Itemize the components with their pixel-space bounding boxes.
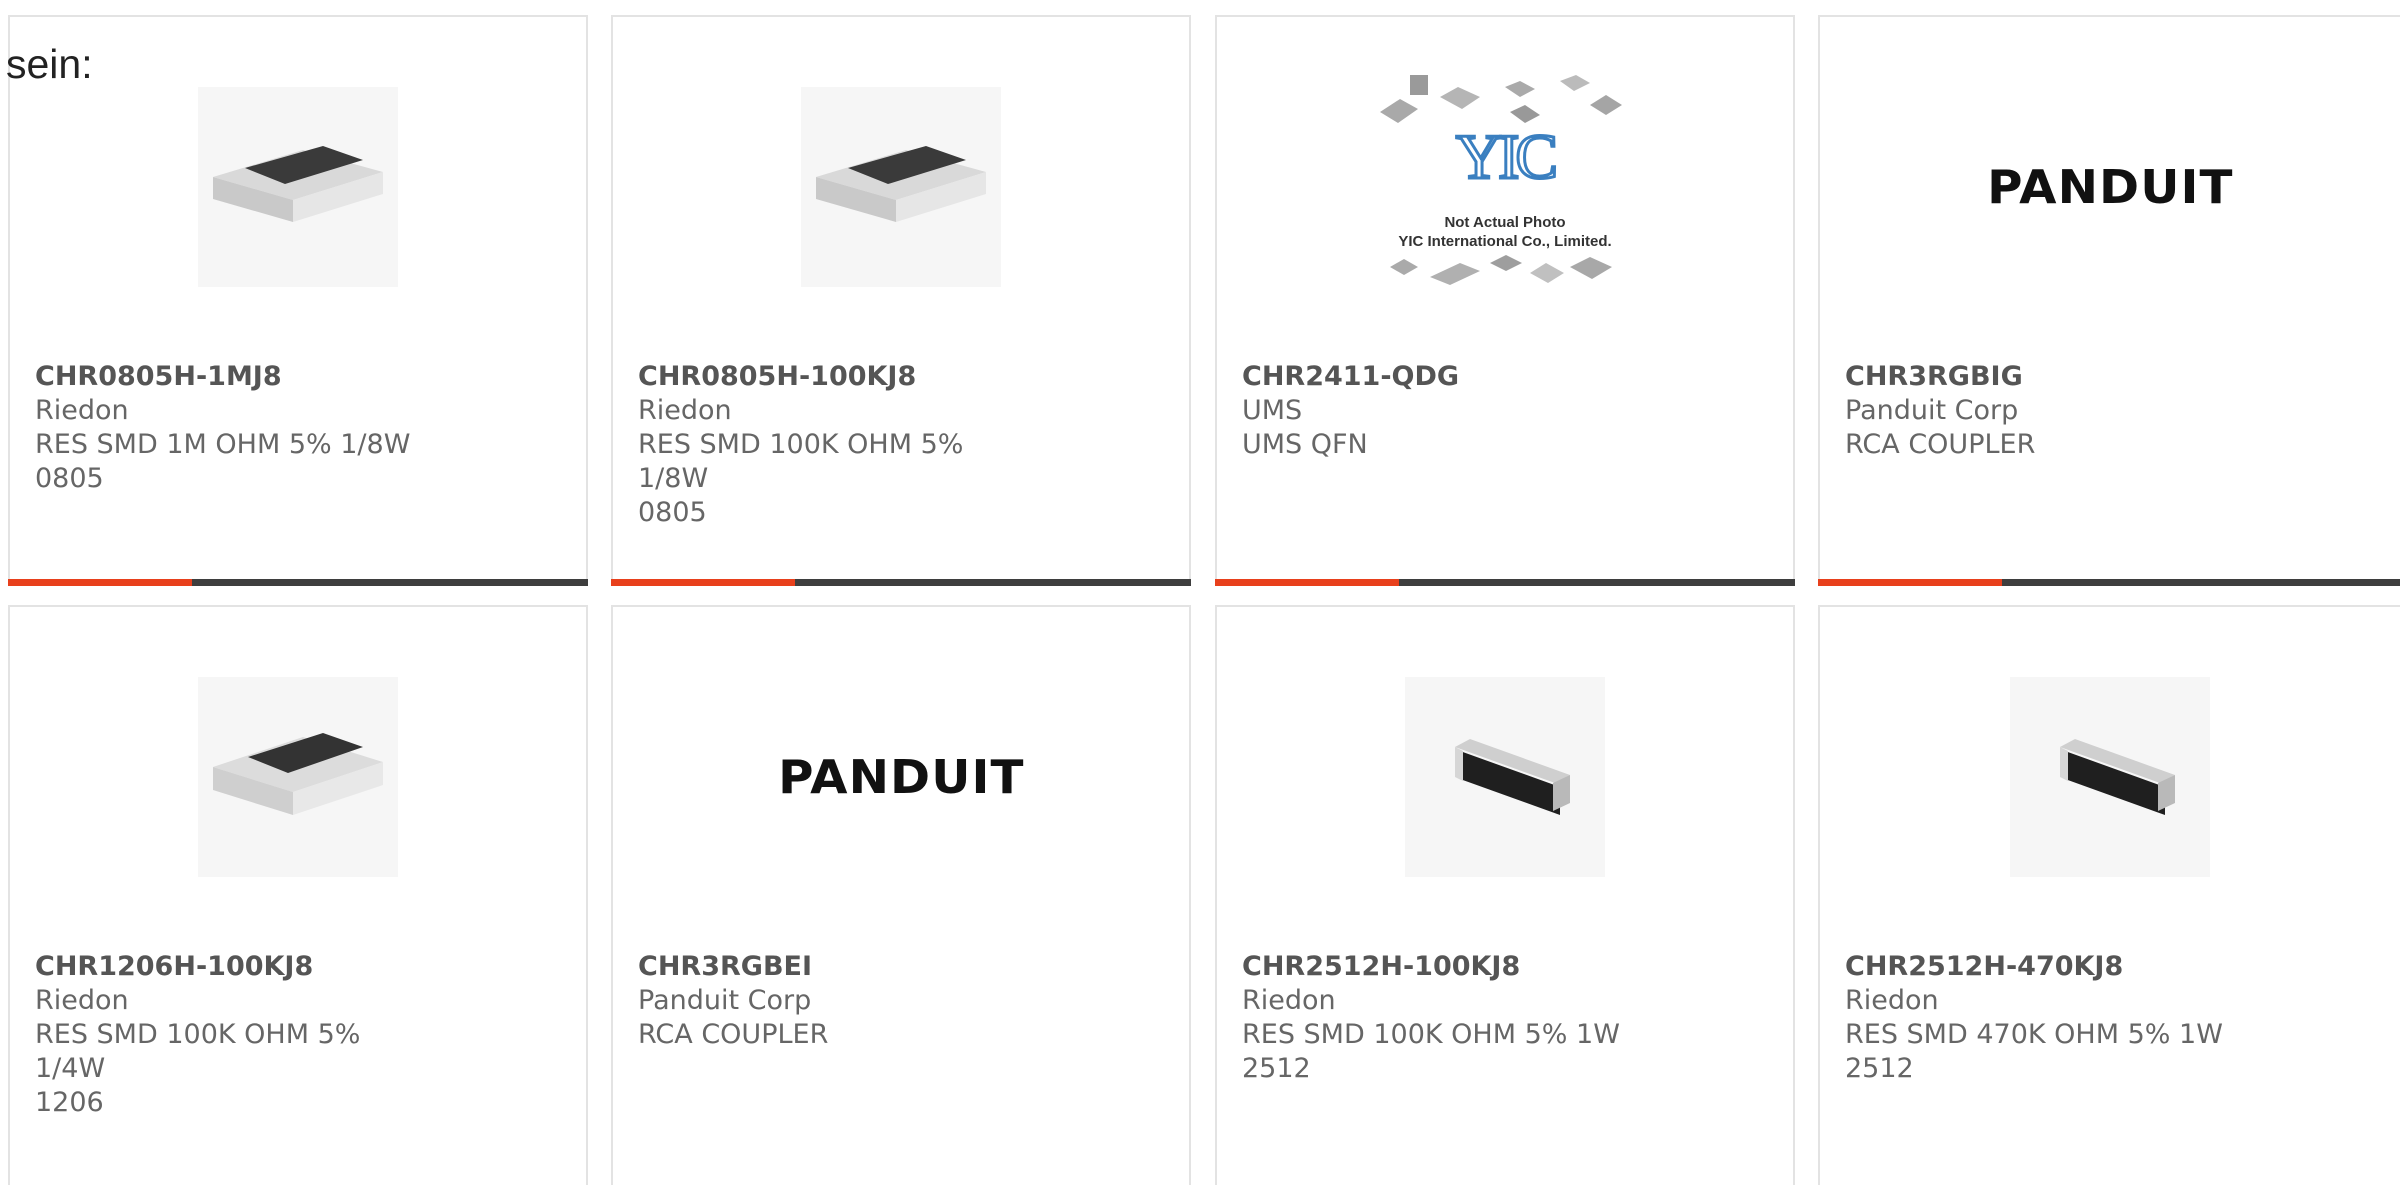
product-card[interactable]: PANDUIT CHR3RGBIG Panduit Corp RCA COUPL… <box>1818 15 2400 586</box>
package: 0805 <box>638 497 707 528</box>
card-accent-bar <box>611 579 795 586</box>
part-number[interactable]: CHR0805H-1MJ8 <box>35 360 566 394</box>
page-prefix-text: sein: <box>6 41 93 87</box>
manufacturer: Riedon <box>35 395 129 426</box>
product-grid: CHR0805H-1MJ8 Riedon RES SMD 1M OHM 5% 1… <box>0 0 2400 1185</box>
description: RCA COUPLER <box>1845 429 2036 460</box>
manufacturer: Riedon <box>638 395 732 426</box>
product-thumbnail[interactable]: YIC Not Actual Photo YIC International C… <box>1217 17 1793 357</box>
chip-resistor-image <box>801 87 1001 287</box>
long-resistor-image <box>1405 677 1605 877</box>
product-thumbnail[interactable]: PANDUIT <box>613 607 1189 947</box>
part-number[interactable]: CHR1206H-100KJ8 <box>35 950 566 984</box>
panduit-logo: PANDUIT <box>777 750 1025 804</box>
manufacturer: Panduit Corp <box>638 985 812 1016</box>
panduit-logo: PANDUIT <box>1986 160 2234 214</box>
part-number[interactable]: CHR2512H-470KJ8 <box>1845 950 2380 984</box>
part-number[interactable]: CHR3RGBIG <box>1845 360 2380 394</box>
manufacturer: Riedon <box>1242 985 1336 1016</box>
card-accent-bar <box>8 579 192 586</box>
product-thumbnail[interactable] <box>10 17 586 357</box>
product-thumbnail[interactable] <box>1217 607 1793 947</box>
part-number[interactable]: CHR2512H-100KJ8 <box>1242 950 1773 984</box>
card-accent-bar <box>1818 579 2002 586</box>
package: 0805 <box>35 463 104 494</box>
product-thumbnail[interactable] <box>1820 607 2400 947</box>
card-bottom-bar <box>8 579 588 586</box>
description: RCA COUPLER <box>638 1019 829 1050</box>
product-thumbnail[interactable] <box>613 17 1189 357</box>
description: RES SMD 470K OHM 5% 1W <box>1845 1019 2223 1050</box>
package: 2512 <box>1242 1053 1311 1084</box>
product-card[interactable]: CHR0805H-100KJ8 Riedon RES SMD 100K OHM … <box>611 15 1191 586</box>
product-card[interactable]: CHR2512H-470KJ8 Riedon RES SMD 470K OHM … <box>1818 605 2400 1185</box>
placeholder-caption-2: YIC International Co., Limited. <box>1398 233 1612 250</box>
chip-resistor-image <box>198 87 398 287</box>
placeholder-caption-1: Not Actual Photo <box>1444 214 1566 231</box>
product-thumbnail[interactable]: PANDUIT <box>1820 17 2400 357</box>
card-bottom-bar <box>1215 579 1795 586</box>
card-bottom-bar <box>1818 579 2400 586</box>
long-resistor-image <box>2010 677 2210 877</box>
manufacturer: UMS <box>1242 395 1303 426</box>
yic-placeholder-image: YIC Not Actual Photo YIC International C… <box>1370 67 1640 307</box>
package: 1206 <box>35 1087 104 1118</box>
package: 2512 <box>1845 1053 1914 1084</box>
description: RES SMD 100K OHM 5% 1/8W <box>638 429 964 494</box>
part-number[interactable]: CHR3RGBEI <box>638 950 1169 984</box>
product-card[interactable]: YIC Not Actual Photo YIC International C… <box>1215 15 1795 586</box>
chip-resistor-image <box>198 677 398 877</box>
manufacturer: Riedon <box>35 985 129 1016</box>
description: UMS QFN <box>1242 429 1368 460</box>
card-accent-bar <box>1215 579 1399 586</box>
product-thumbnail[interactable] <box>10 607 586 947</box>
product-card[interactable]: CHR2512H-100KJ8 Riedon RES SMD 100K OHM … <box>1215 605 1795 1185</box>
manufacturer: Riedon <box>1845 985 1939 1016</box>
manufacturer: Panduit Corp <box>1845 395 2019 426</box>
part-number[interactable]: CHR2411-QDG <box>1242 360 1773 394</box>
description: RES SMD 100K OHM 5% 1/4W <box>35 1019 361 1084</box>
card-bottom-bar <box>611 579 1191 586</box>
yic-logo: YIC <box>1454 121 1559 192</box>
part-number[interactable]: CHR0805H-100KJ8 <box>638 360 1169 394</box>
description: RES SMD 100K OHM 5% 1W <box>1242 1019 1620 1050</box>
description: RES SMD 1M OHM 5% 1/8W <box>35 429 411 460</box>
product-card[interactable]: PANDUIT CHR3RGBEI Panduit Corp RCA COUPL… <box>611 605 1191 1185</box>
product-card[interactable]: CHR1206H-100KJ8 Riedon RES SMD 100K OHM … <box>8 605 588 1185</box>
product-card[interactable]: CHR0805H-1MJ8 Riedon RES SMD 1M OHM 5% 1… <box>8 15 588 586</box>
